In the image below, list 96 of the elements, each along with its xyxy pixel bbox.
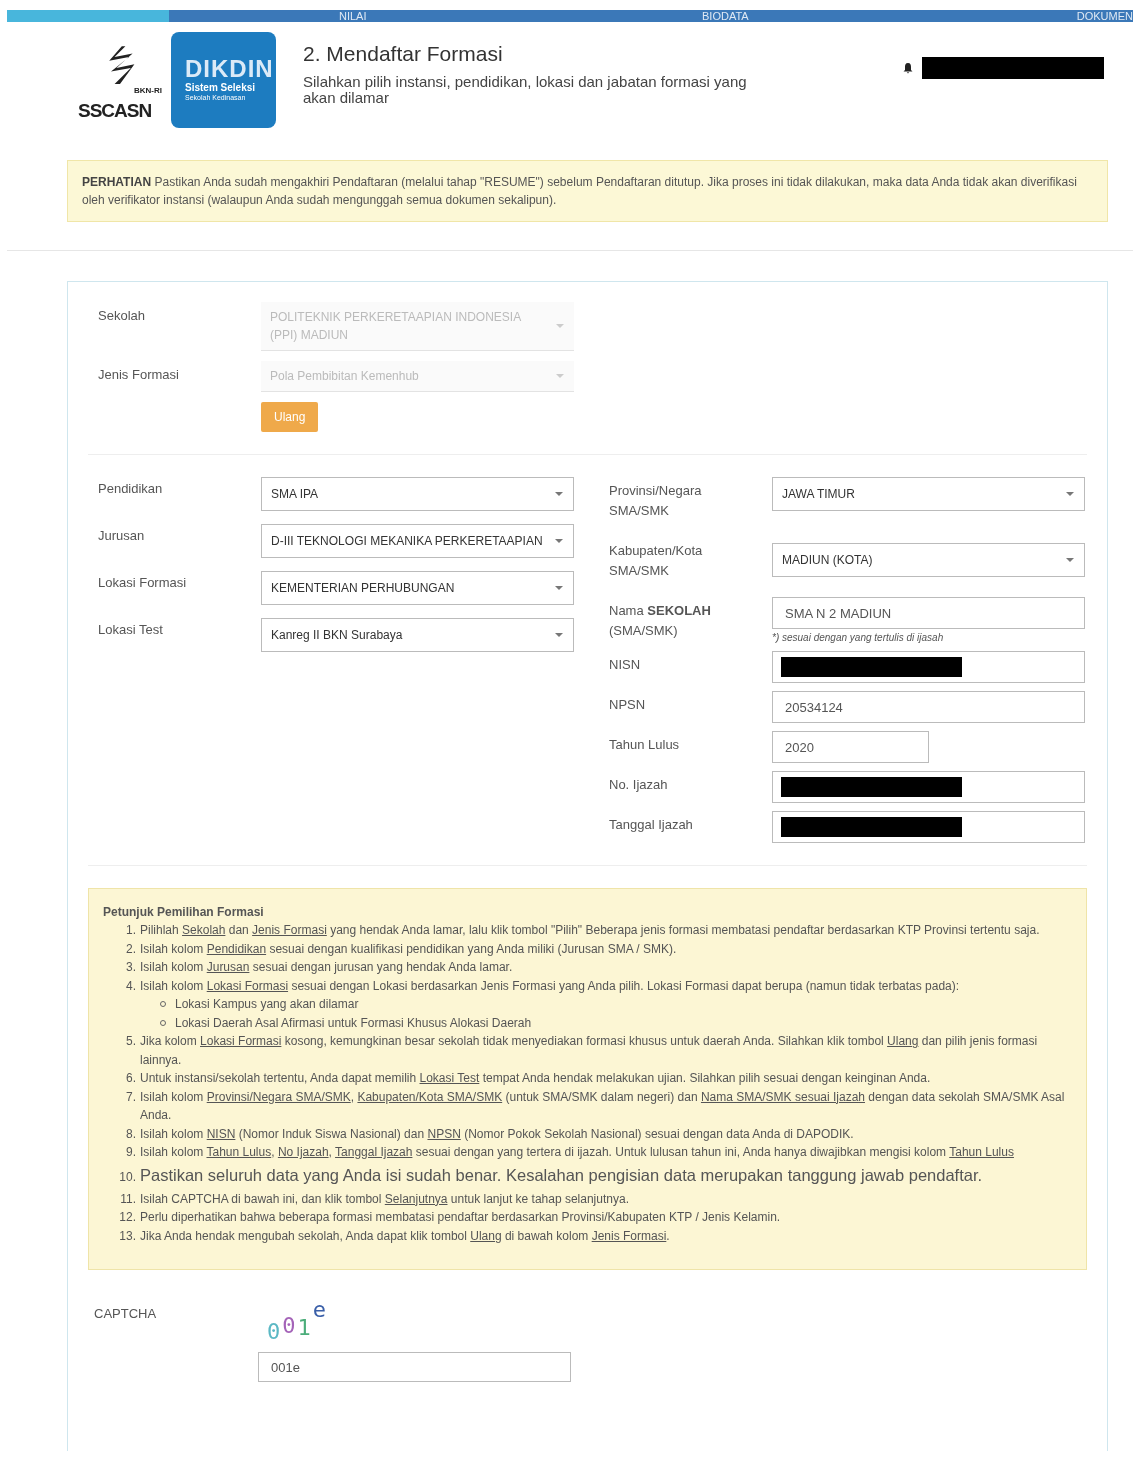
field-link[interactable]: Pendidikan xyxy=(206,941,267,956)
caret-icon xyxy=(555,492,563,496)
select-field[interactable]: JAWA TIMUR xyxy=(772,477,1085,511)
list-number: 8. xyxy=(125,1125,137,1143)
field-link[interactable]: NISN xyxy=(206,1126,236,1141)
instruction-text: Jika Anda hendak mengubah sekolah, Anda dapat klik tombol Ulang di bawah kolom Jenis Formasi. xyxy=(140,1227,670,1245)
select-field[interactable]: D-III TEKNOLOGI MEKANIKA PERKERETAAPIAN xyxy=(261,524,574,558)
list-number: 12. xyxy=(118,1209,137,1226)
select-field[interactable]: MADIUN (KOTA) xyxy=(772,543,1085,577)
step-tab[interactable]: NILAI xyxy=(339,10,367,22)
brand-tag: BKN-RI xyxy=(134,86,162,95)
field-link[interactable]: Lokasi Test xyxy=(419,1071,480,1085)
select-field[interactable]: Kanreg II BKN Surabaya xyxy=(261,618,574,652)
instructions-title: Petunjuk Pemilihan Formasi xyxy=(103,905,265,919)
step-tab[interactable]: BIODATA xyxy=(702,10,749,22)
instruction-text: Pastikan seluruh data yang Anda isi sudah benar. Kesalahan pengisian data merupakan tanggung jawab pendaftar. xyxy=(140,1164,983,1186)
instruction-text: Isilah CAPTCHA di bawah ini, dan klik tombol Selanjutnya untuk lanjut ke tahap selanjutnya. xyxy=(140,1190,629,1208)
field-link[interactable]: Jenis Formasi xyxy=(252,923,327,937)
text-input[interactable]: 20534124 xyxy=(772,691,1085,723)
field-label: Nama SEKOLAH (SMA/SMK) xyxy=(609,602,712,640)
list-number: 9. xyxy=(125,1144,137,1161)
captcha-input[interactable]: 001e xyxy=(258,1352,571,1382)
list-number: 4. xyxy=(125,977,137,995)
step-tab[interactable]: DOKUMEN xyxy=(1076,10,1133,22)
list-number: 1. xyxy=(125,922,137,939)
field-link[interactable]: Tahun Lulus xyxy=(949,1145,1014,1159)
instruction-text: Isilah kolom Tahun Lulus, No Ijazah, Tanggal Ijazah sesuai dengan yang tertera di ijazah. Untuk lulusan tahun ini, Anda hanya diwajibkan mengisi kolom Tahun Lulus xyxy=(140,1144,1014,1161)
field-label: No. Ijazah xyxy=(609,776,669,794)
list-number: 2. xyxy=(125,940,137,958)
field-link[interactable]: Kabupaten/Kota SMA/SMK xyxy=(357,1089,503,1104)
text-input[interactable] xyxy=(772,811,1085,843)
field-hint: *) sesuai dengan yang tertulis di ijasah xyxy=(772,632,945,643)
instruction-text: Perlu diperhatikan bahwa beberapa formasi membatasi pendaftar berdasarkan Provinsi/Kabupaten KTP / Jenis Kelamin. xyxy=(140,1209,781,1226)
text-input[interactable]: 2020 xyxy=(772,731,929,763)
list-number: 13. xyxy=(118,1227,137,1245)
instruction-text: Isilah kolom Jurusan sesuai dengan jurusan yang hendak Anda lamar. xyxy=(140,959,513,976)
caret-icon xyxy=(1066,558,1074,562)
instruction-text: Isilah kolom Pendidikan sesuai dengan kualifikasi pendidikan yang Anda miliki (Jurusan SMA / SMK). xyxy=(140,940,677,958)
instruction-text: Pilihlah Sekolah dan Jenis Formasi yang hendak Anda lamar, lalu klik tombol "Pilih" Beberapa jenis formasi membatasi pendaftar berdasarkan KTP Provinsi tertentu saja. xyxy=(140,922,1040,939)
page-title: 2. Mendaftar Formasi xyxy=(303,42,504,66)
field-label: Lokasi Formasi xyxy=(98,574,188,590)
field-link[interactable]: Tanggal Ijazah xyxy=(335,1145,413,1159)
list-number: 3. xyxy=(125,959,137,976)
brand-text: SSCASN xyxy=(78,100,152,122)
instruction-text: Isilah kolom Provinsi/Negara SMA/SMK, Kabupaten/Kota SMA/SMK (untuk SMA/SMK dalam negeri) dan Nama SMA/SMK sesuai Ijazah dengan data sekolah SMA/SMK Asal Anda. xyxy=(140,1088,1066,1124)
field-label: Lokasi Test xyxy=(98,621,164,637)
field-label: CAPTCHA xyxy=(94,1305,158,1323)
list-number: 10. xyxy=(118,1168,137,1186)
field-link[interactable]: Ulang xyxy=(470,1228,502,1243)
instruction-text: Untuk instansi/sekolah tertentu, Anda dapat memilih Lokasi Test tempat Anda hendak melakukan ujian. Silahkan pilih sesuai dengan keinginan Anda. xyxy=(140,1070,931,1087)
field-label: NISN xyxy=(609,656,642,674)
instruction-text: Isilah kolom NISN (Nomor Induk Siswa Nasional) dan NPSN (Nomor Pokok Sekolah Nasional) sesuai dengan data Anda di DAPODIK. xyxy=(140,1125,854,1143)
list-number: 5. xyxy=(125,1033,137,1050)
field-link[interactable]: Lokasi Formasi xyxy=(200,1034,282,1048)
captcha-image: 00 1 e xyxy=(266,1300,327,1342)
caret-icon xyxy=(1066,492,1074,496)
field-link[interactable]: NPSN xyxy=(427,1126,461,1141)
field-label: Provinsi/Negara SMA/SMK xyxy=(609,482,703,520)
field-link[interactable]: No Ijazah xyxy=(277,1145,329,1159)
field-link[interactable]: Ulang xyxy=(887,1034,919,1048)
instruction-text: Lokasi Kampus yang akan dilamar xyxy=(175,996,359,1013)
field-label: Tanggal Ijazah xyxy=(609,816,694,834)
text-input[interactable]: SMA N 2 MADIUN xyxy=(772,597,1085,629)
field-label: Pendidikan xyxy=(98,480,164,496)
caret-icon xyxy=(555,539,563,543)
field-label: Sekolah xyxy=(98,307,146,323)
caret-icon xyxy=(555,586,563,590)
field-link[interactable]: Sekolah xyxy=(182,923,226,937)
alert-text: PERHATIAN Pastikan Anda sudah mengakhiri Pendaftaran (melalui tahap "RESUME") sebelum Pendaftaran ditutup. Jika proses ini tidak dilakukan, maka data Anda tidak akan diverifikasi oleh verifikator instansi (walaupun Anda sudah mengunggah semua dokumen sekalipun). xyxy=(82,174,1078,209)
field-link[interactable]: Nama SMA/SMK sesuai Ijazah xyxy=(700,1089,865,1104)
text-input[interactable] xyxy=(772,771,1085,803)
field-label: Jenis Formasi xyxy=(98,366,180,382)
instruction-text: Lokasi Daerah Asal Afirmasi untuk Formasi Khusus Alokasi Daerah xyxy=(175,1014,532,1032)
select-field[interactable]: SMA IPA xyxy=(261,477,574,511)
text-input[interactable] xyxy=(772,651,1085,683)
list-number: 7. xyxy=(125,1088,137,1106)
instruction-text: Jika kolom Lokasi Formasi kosong, kemungkinan besar sekolah tidak menyediakan formasi khusus untuk daerah Anda. Silahkan klik tombol Ulang dan pilih jenis formasi lainnya. xyxy=(140,1033,1039,1069)
caret-icon xyxy=(556,374,564,378)
bell-icon[interactable] xyxy=(902,62,914,74)
field-label: Kabupaten/Kota SMA/SMK xyxy=(609,542,704,580)
logo-subtitle: Sistem Seleksi xyxy=(185,82,257,93)
field-label: Jurusan xyxy=(98,527,146,543)
select-field[interactable]: KEMENTERIAN PERHUBUNGAN xyxy=(261,571,574,605)
caret-icon xyxy=(556,324,564,328)
field-label: NPSN xyxy=(609,696,647,714)
field-link[interactable]: Lokasi Formasi xyxy=(206,978,289,993)
logo-title: DIKDIN xyxy=(185,56,275,82)
list-number: 6. xyxy=(125,1070,137,1087)
page-subtitle: Silahkan pilih instansi, pendidikan, lokasi dan jabatan formasi yang akan dilamar xyxy=(303,74,748,106)
list-number: 11. xyxy=(119,1190,137,1208)
field-link[interactable]: Selanjutnya xyxy=(384,1191,448,1206)
field-label: Tahun Lulus xyxy=(609,736,681,754)
field-link[interactable]: Provinsi/Negara SMA/SMK xyxy=(206,1089,351,1104)
caret-icon xyxy=(555,633,563,637)
field-link[interactable]: Jurusan xyxy=(206,960,250,974)
instruction-text: Isilah kolom Lokasi Formasi sesuai dengan Lokasi berdasarkan Jenis Formasi yang Anda pilih. Lokasi Formasi dapat berupa (namun tidak terbatas pada): xyxy=(140,977,960,995)
